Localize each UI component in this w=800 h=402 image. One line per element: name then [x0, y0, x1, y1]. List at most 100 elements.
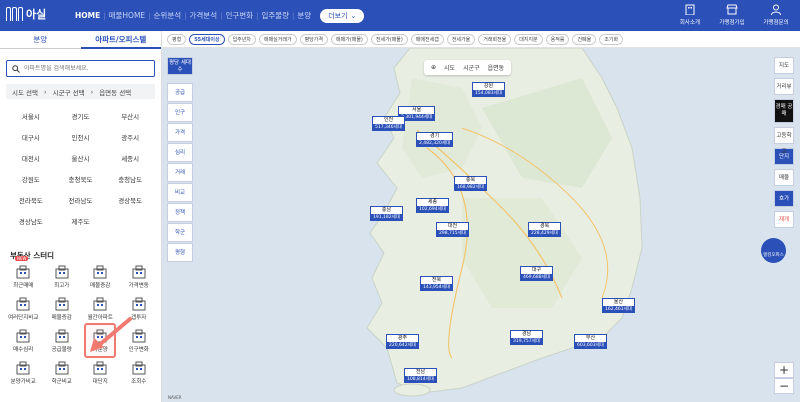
layer-policy-button[interactable]: 정책 [167, 203, 193, 222]
company-info-button[interactable]: 회사소개 [670, 3, 710, 29]
filter-chip[interactable]: 매매실거래가 [258, 33, 297, 45]
search-box[interactable] [6, 60, 155, 77]
asking-price-button[interactable]: 호가 [774, 190, 794, 207]
city-item[interactable]: 경기도 [56, 107, 106, 128]
region-label[interactable]: 울산 162,461세대 [602, 298, 635, 313]
region-label[interactable]: 경남 319,757세대 [510, 330, 543, 345]
zoom-out-button[interactable]: − [774, 378, 794, 394]
region-label[interactable]: 광주 220,642세대 [386, 334, 419, 349]
province-select[interactable]: 시도 선택 [12, 87, 38, 97]
auction-button[interactable]: 경매 공매 [774, 99, 794, 123]
complex-button[interactable]: 단지 [774, 148, 794, 165]
layer-school-button[interactable]: 학군 [167, 223, 193, 242]
tab-province[interactable]: 시도 [444, 63, 455, 72]
map-button[interactable]: 지도 [774, 57, 794, 74]
layer-trade-button[interactable]: 거래 [167, 163, 193, 182]
redevelopment-button[interactable]: 재개 [774, 211, 794, 228]
filter-chip[interactable]: 평당가격 [299, 33, 328, 45]
region-label[interactable]: 대전 298,715세대 [436, 222, 469, 237]
ranking-office-button[interactable]: 랭킹오피스 [761, 238, 786, 263]
city-item[interactable]: 부산시 [105, 107, 155, 128]
tab-district[interactable]: 시군구 [463, 63, 480, 72]
layer-population-button[interactable]: 인구 [167, 103, 193, 122]
study-item[interactable]: NEW 최근매매 [4, 256, 43, 294]
filter-chip[interactable]: 55세대이상 [189, 33, 225, 45]
study-item[interactable]: 공급물량 [43, 326, 82, 358]
filter-chip[interactable]: 매매가(매물) [330, 33, 368, 45]
city-item[interactable]: 충청북도 [56, 170, 106, 191]
zoom-in-button[interactable]: + [774, 362, 794, 378]
study-item[interactable]: 분양가비교 [4, 358, 43, 390]
korea-map[interactable]: 평당 세대수 공급 인구 가격 심리 거래 비교 정책 학군 평형 ⊕ 시도 시… [162, 48, 800, 402]
high-school-button[interactable]: 고등학교 [774, 127, 794, 155]
search-input[interactable] [24, 65, 144, 72]
partner-inquiry-button[interactable]: 가맹점문의 [756, 3, 796, 29]
city-item[interactable]: 전라남도 [56, 191, 106, 212]
city-item[interactable]: 인천시 [56, 128, 106, 149]
filter-chip[interactable]: 매매전세갭 [410, 33, 444, 45]
city-item[interactable]: 경상북도 [105, 191, 155, 212]
filter-chip[interactable]: 전세가(매물) [370, 33, 408, 45]
city-item[interactable]: 울산시 [56, 149, 106, 170]
study-item[interactable]: 학군비교 [43, 358, 82, 390]
city-item[interactable]: 대구시 [6, 128, 56, 149]
more-button[interactable]: 더보기 ⌄ [320, 8, 365, 23]
listings-button[interactable]: 매물 [774, 169, 794, 186]
region-label[interactable]: 대구 469,688세대 [520, 266, 553, 281]
layer-size-button[interactable]: 평형 [167, 243, 193, 262]
study-item[interactable]: 갭투자 [120, 294, 159, 326]
study-item[interactable]: 여러단지비교 [4, 294, 43, 326]
city-item[interactable]: 서울시 [6, 107, 56, 128]
town-select[interactable]: 읍면동 선택 [99, 87, 131, 97]
filter-chip[interactable]: 평형 [167, 33, 187, 45]
price-per-unit-button[interactable]: 평당 세대수 [167, 57, 193, 75]
study-item[interactable]: 가격변동 [120, 262, 159, 294]
nav-listings-home[interactable]: 매물HOME [106, 10, 149, 21]
tab-apartment-officetel[interactable]: 아파트/오피스텔 [80, 31, 161, 49]
region-label[interactable]: 전북 143,954세대 [420, 276, 453, 291]
tab-town[interactable]: 읍면동 [488, 63, 505, 72]
region-label[interactable]: 전남 108,814세대 [404, 368, 437, 383]
study-item[interactable]: 최고가 [43, 262, 82, 294]
district-select[interactable]: 시군구 선택 [53, 87, 85, 97]
filter-chip[interactable]: 전세가율 [446, 33, 476, 45]
layer-compare-button[interactable]: 비교 [167, 183, 193, 202]
study-item[interactable]: 대단지 [81, 358, 120, 390]
study-item[interactable]: 월간아파트 [81, 294, 120, 326]
city-item[interactable]: 전라북도 [6, 191, 56, 212]
site-logo[interactable]: 아실 [6, 6, 46, 22]
nav-move-in-supply[interactable]: 입주물량 [258, 10, 292, 21]
city-item[interactable]: 경상남도 [6, 212, 56, 233]
city-item[interactable]: 강원도 [6, 170, 56, 191]
filter-chip[interactable]: 조기화 [599, 33, 624, 45]
region-label[interactable]: 세종 102,694세대 [416, 198, 449, 213]
region-label[interactable]: 부산 603,603세대 [574, 334, 607, 349]
tab-presale[interactable]: 분양 [0, 31, 81, 49]
region-label[interactable]: 인천 517,346세대 [372, 116, 405, 131]
nav-price-analysis[interactable]: 가격분석 [187, 10, 221, 21]
region-label[interactable]: 충남 191,182세대 [370, 206, 403, 221]
nav-home[interactable]: HOME [72, 11, 103, 20]
street-view-button[interactable]: 거리뷰 [774, 78, 794, 95]
filter-chip[interactable]: 건폐율 [572, 33, 597, 45]
region-label[interactable]: 경기 2,482,320세대 [416, 132, 454, 147]
nav-presale[interactable]: 분양 [294, 10, 314, 21]
filter-chip[interactable]: 용적률 [545, 33, 570, 45]
region-label[interactable]: 충북 168,982세대 [454, 176, 487, 191]
layer-supply-button[interactable]: 공급 [167, 83, 193, 102]
partner-join-button[interactable]: 가맹점가입 [712, 3, 752, 29]
region-label[interactable]: 경북 228,429세대 [528, 222, 561, 237]
city-item[interactable]: 충청남도 [105, 170, 155, 191]
city-item[interactable]: 광주시 [105, 128, 155, 149]
study-item[interactable]: 매물증감 [43, 294, 82, 326]
study-item[interactable]: 미분양 [81, 323, 120, 358]
filter-chip[interactable]: 거래회전율 [478, 33, 512, 45]
layer-sentiment-button[interactable]: 심리 [167, 143, 193, 162]
layer-price-button[interactable]: 가격 [167, 123, 193, 142]
filter-chip[interactable]: 대지지분 [514, 33, 543, 45]
filter-chip[interactable]: 입주년차 [227, 33, 256, 45]
city-item[interactable]: 대전시 [6, 149, 56, 170]
city-item[interactable]: 제주도 [56, 212, 106, 233]
city-item[interactable]: 세종시 [105, 149, 155, 170]
study-item[interactable]: 인구변화 [120, 326, 159, 358]
